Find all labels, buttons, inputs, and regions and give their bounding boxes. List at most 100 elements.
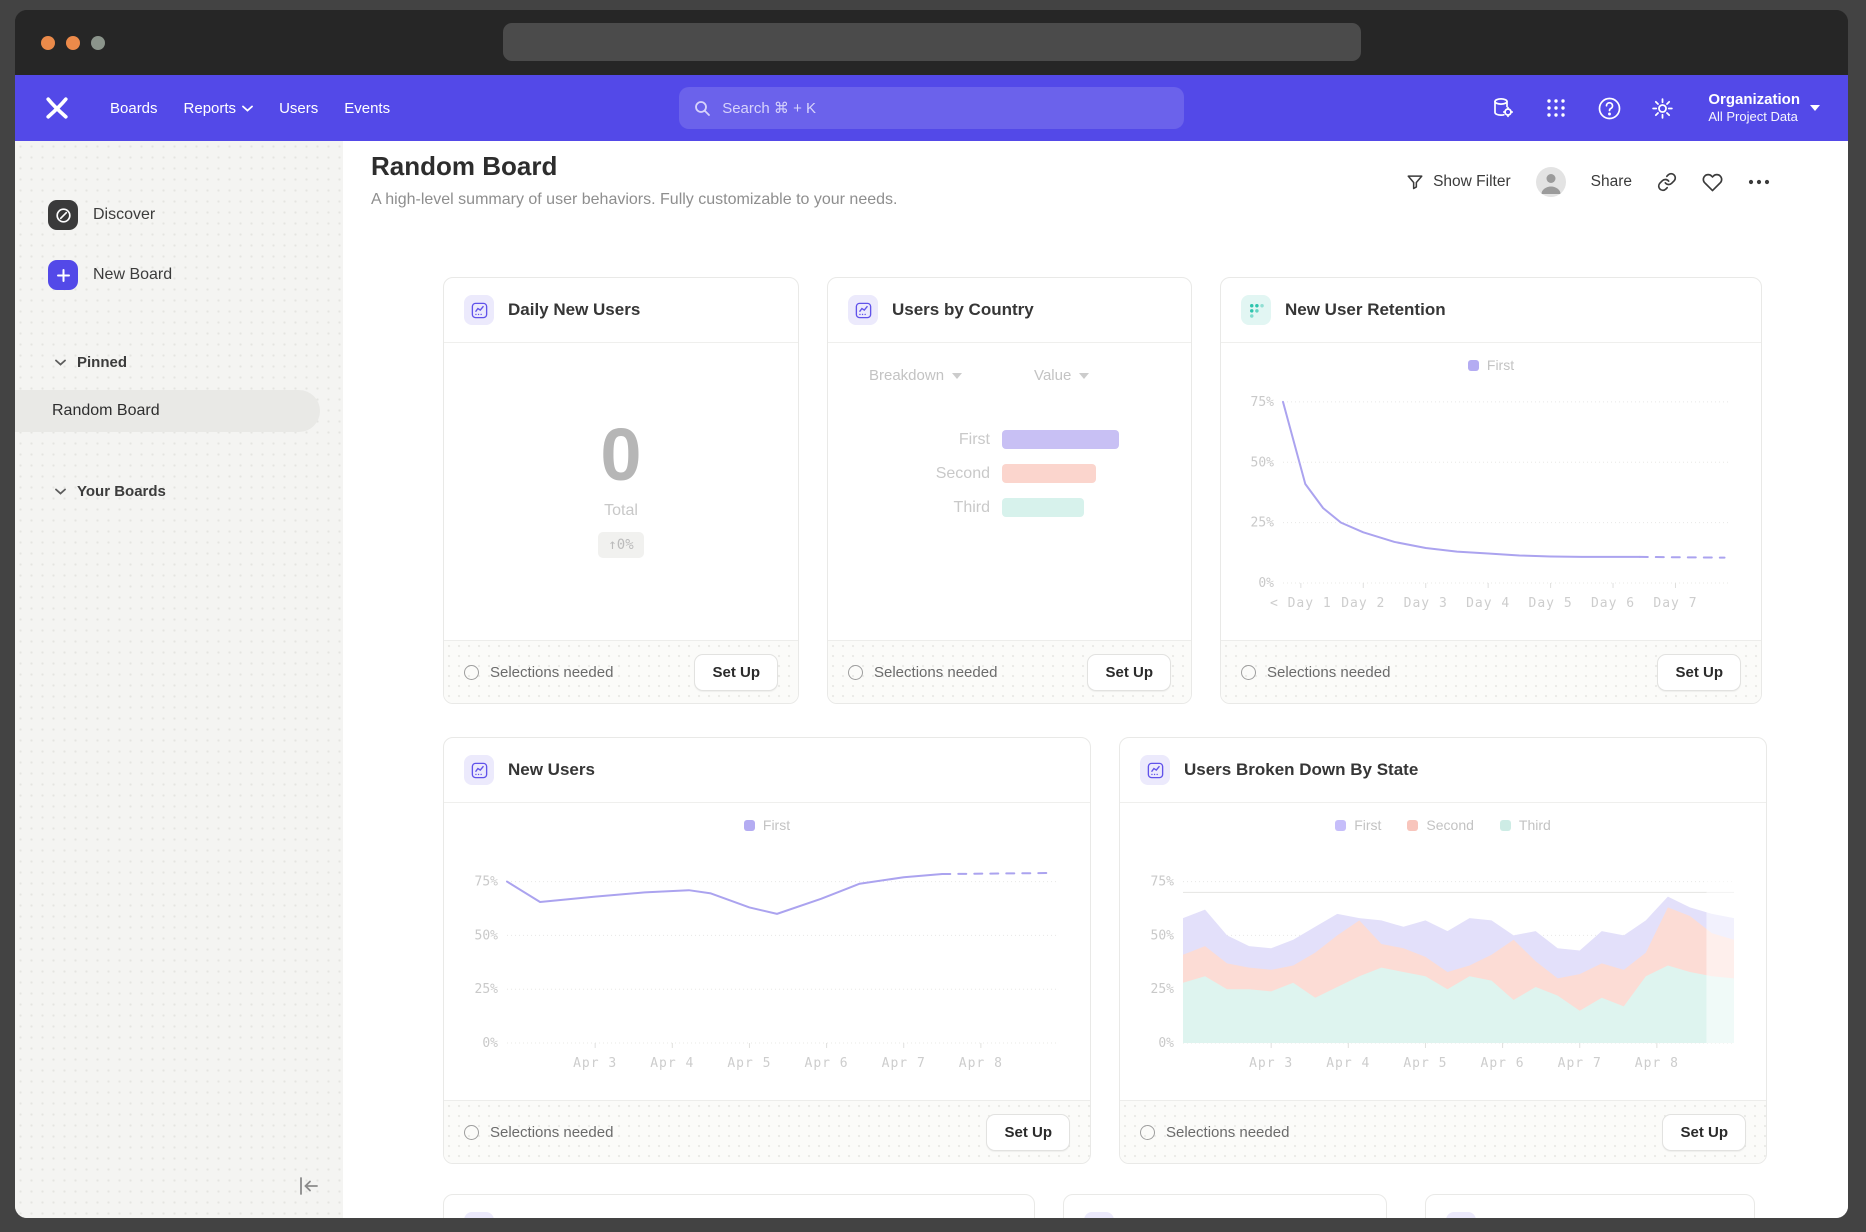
- svg-text:Day 2: Day 2: [1341, 596, 1385, 611]
- svg-text:Apr 7: Apr 7: [881, 1056, 925, 1071]
- retention-line-chart[interactable]: 75%50%25%0%< Day 1Day 2Day 3Day 4Day 5Da…: [1231, 377, 1751, 615]
- card-footer: Selections needed Set Up: [444, 640, 798, 703]
- svg-text:75%: 75%: [474, 875, 498, 890]
- sidebar-item-new-board[interactable]: New Board: [15, 253, 343, 297]
- insights-chart-icon: [464, 755, 494, 785]
- value-dropdown[interactable]: Value: [1034, 367, 1089, 384]
- metric-label: Total: [604, 502, 638, 520]
- show-filter-button[interactable]: Show Filter: [1406, 173, 1511, 191]
- window-minimize-button[interactable]: [66, 36, 80, 50]
- traffic-lights: [41, 36, 105, 50]
- svg-text:25%: 25%: [474, 982, 498, 997]
- window-close-button[interactable]: [41, 36, 55, 50]
- breakdown-dropdown[interactable]: Breakdown: [869, 367, 962, 384]
- svg-text:Apr 8: Apr 8: [1634, 1056, 1678, 1071]
- radio-circle-icon: [1140, 1125, 1155, 1140]
- nav-item-reports[interactable]: Reports: [171, 91, 267, 126]
- card-title: Users Broken Down By State: [1184, 760, 1418, 780]
- legend-item: First: [1335, 817, 1381, 833]
- link-icon: [1657, 172, 1677, 192]
- avatar[interactable]: [1536, 167, 1566, 197]
- sidebar-item-discover-label: Discover: [93, 206, 155, 224]
- nav-item-boards[interactable]: Boards: [97, 91, 171, 126]
- country-bar-row: Third: [828, 498, 1191, 517]
- svg-text:75%: 75%: [1251, 395, 1275, 410]
- nav-item-users-label: Users: [279, 100, 318, 117]
- window-titlebar: [15, 10, 1848, 75]
- sidebar-section-your-boards[interactable]: Your Boards: [15, 476, 343, 507]
- sidebar-section-pinned[interactable]: Pinned: [15, 347, 343, 378]
- search-input[interactable]: Search ⌘ + K: [679, 87, 1184, 129]
- nav-item-users[interactable]: Users: [266, 91, 331, 126]
- settings-gear-icon[interactable]: [1649, 95, 1675, 121]
- apps-grid-icon[interactable]: [1543, 95, 1569, 121]
- svg-text:25%: 25%: [1150, 982, 1174, 997]
- setup-button[interactable]: Set Up: [694, 654, 778, 691]
- favorite-button[interactable]: [1702, 172, 1723, 193]
- sidebar-collapse-button[interactable]: [297, 1177, 319, 1200]
- setup-button[interactable]: Set Up: [1662, 1114, 1746, 1151]
- card-stacked-line-graph: Stacked Line Graph: [443, 1194, 1035, 1218]
- sidebar-item-random-board[interactable]: Random Board: [15, 390, 320, 432]
- new-users-chart-body: First 75%50%25%0%Apr 3Apr 4Apr 5Apr 6Apr…: [444, 803, 1090, 1100]
- card-title: Active Users: [1490, 1217, 1593, 1218]
- country-bar[interactable]: [1002, 430, 1119, 449]
- country-bar[interactable]: [1002, 498, 1084, 517]
- org-switcher-text: Organization All Project Data: [1708, 91, 1800, 126]
- sidebar-item-discover[interactable]: Discover: [15, 193, 343, 237]
- nav-item-events[interactable]: Events: [331, 91, 403, 126]
- metric-value: 0: [600, 418, 641, 492]
- svg-text:Day 4: Day 4: [1466, 596, 1510, 611]
- radio-circle-icon: [464, 1125, 479, 1140]
- card-title: New User Retention: [1285, 300, 1446, 320]
- country-bar[interactable]: [1002, 464, 1096, 483]
- svg-text:0%: 0%: [482, 1036, 498, 1051]
- country-bar-row: Second: [828, 464, 1191, 483]
- setup-button[interactable]: Set Up: [986, 1114, 1070, 1151]
- state-area-chart[interactable]: 75%50%25%0%Apr 3Apr 4Apr 5Apr 6Apr 7Apr …: [1131, 837, 1756, 1075]
- metric-body: 0 Total ↑0%: [444, 335, 798, 640]
- svg-text:Day 7: Day 7: [1653, 596, 1697, 611]
- sidebar-section-your-boards-label: Your Boards: [77, 483, 166, 500]
- svg-text:75%: 75%: [1150, 875, 1174, 890]
- card-header: Active Users: [1426, 1195, 1754, 1218]
- help-icon[interactable]: [1596, 95, 1622, 121]
- mixpanel-logo-icon[interactable]: [43, 94, 71, 122]
- legend-item: Second: [1407, 817, 1473, 833]
- card-title: Users by Country: [892, 300, 1034, 320]
- address-bar[interactable]: [503, 23, 1361, 61]
- filter-funnel-icon: [1406, 173, 1424, 191]
- card-footer: Selections needed Set Up: [444, 1100, 1090, 1163]
- org-name: Organization: [1708, 91, 1800, 110]
- window-zoom-button[interactable]: [91, 36, 105, 50]
- country-bar-row: First: [828, 430, 1191, 449]
- svg-text:Apr 4: Apr 4: [650, 1056, 694, 1071]
- sidebar: Discover New Board Pinned Random Board: [15, 141, 343, 1218]
- country-bar-chart: First Second Third: [828, 430, 1191, 517]
- share-button[interactable]: Share: [1591, 173, 1632, 191]
- card-title: Daily New Users: [508, 300, 640, 320]
- legend-item: First: [1468, 357, 1514, 373]
- svg-text:Day 3: Day 3: [1404, 596, 1448, 611]
- svg-text:Apr 7: Apr 7: [1557, 1056, 1601, 1071]
- radio-circle-icon: [464, 665, 479, 680]
- svg-text:< Day 1: < Day 1: [1270, 596, 1332, 611]
- svg-text:50%: 50%: [474, 928, 498, 943]
- card-footer: Selections needed Set Up: [1221, 640, 1761, 703]
- new-users-line-chart[interactable]: 75%50%25%0%Apr 3Apr 4Apr 5Apr 6Apr 7Apr …: [455, 837, 1080, 1075]
- insights-chart-icon: [464, 1212, 494, 1218]
- setup-button[interactable]: Set Up: [1657, 654, 1741, 691]
- data-settings-icon[interactable]: [1490, 95, 1516, 121]
- card-title: Stacked Line Graph: [508, 1217, 668, 1218]
- more-options-button[interactable]: [1748, 179, 1770, 185]
- country-body: Breakdown Value First Second Third: [828, 343, 1191, 517]
- svg-text:Apr 6: Apr 6: [1480, 1056, 1524, 1071]
- setup-button[interactable]: Set Up: [1087, 654, 1171, 691]
- copy-link-button[interactable]: [1657, 172, 1677, 192]
- legend-swatch: [1500, 820, 1511, 831]
- card-header: Stacked Line Graph: [444, 1195, 1034, 1218]
- cards-row-3: Stacked Line Graph: [443, 1194, 1767, 1218]
- org-switcher[interactable]: Organization All Project Data: [1708, 91, 1820, 126]
- sidebar-item-new-board-label: New Board: [93, 266, 172, 284]
- nav-item-reports-label: Reports: [184, 100, 237, 117]
